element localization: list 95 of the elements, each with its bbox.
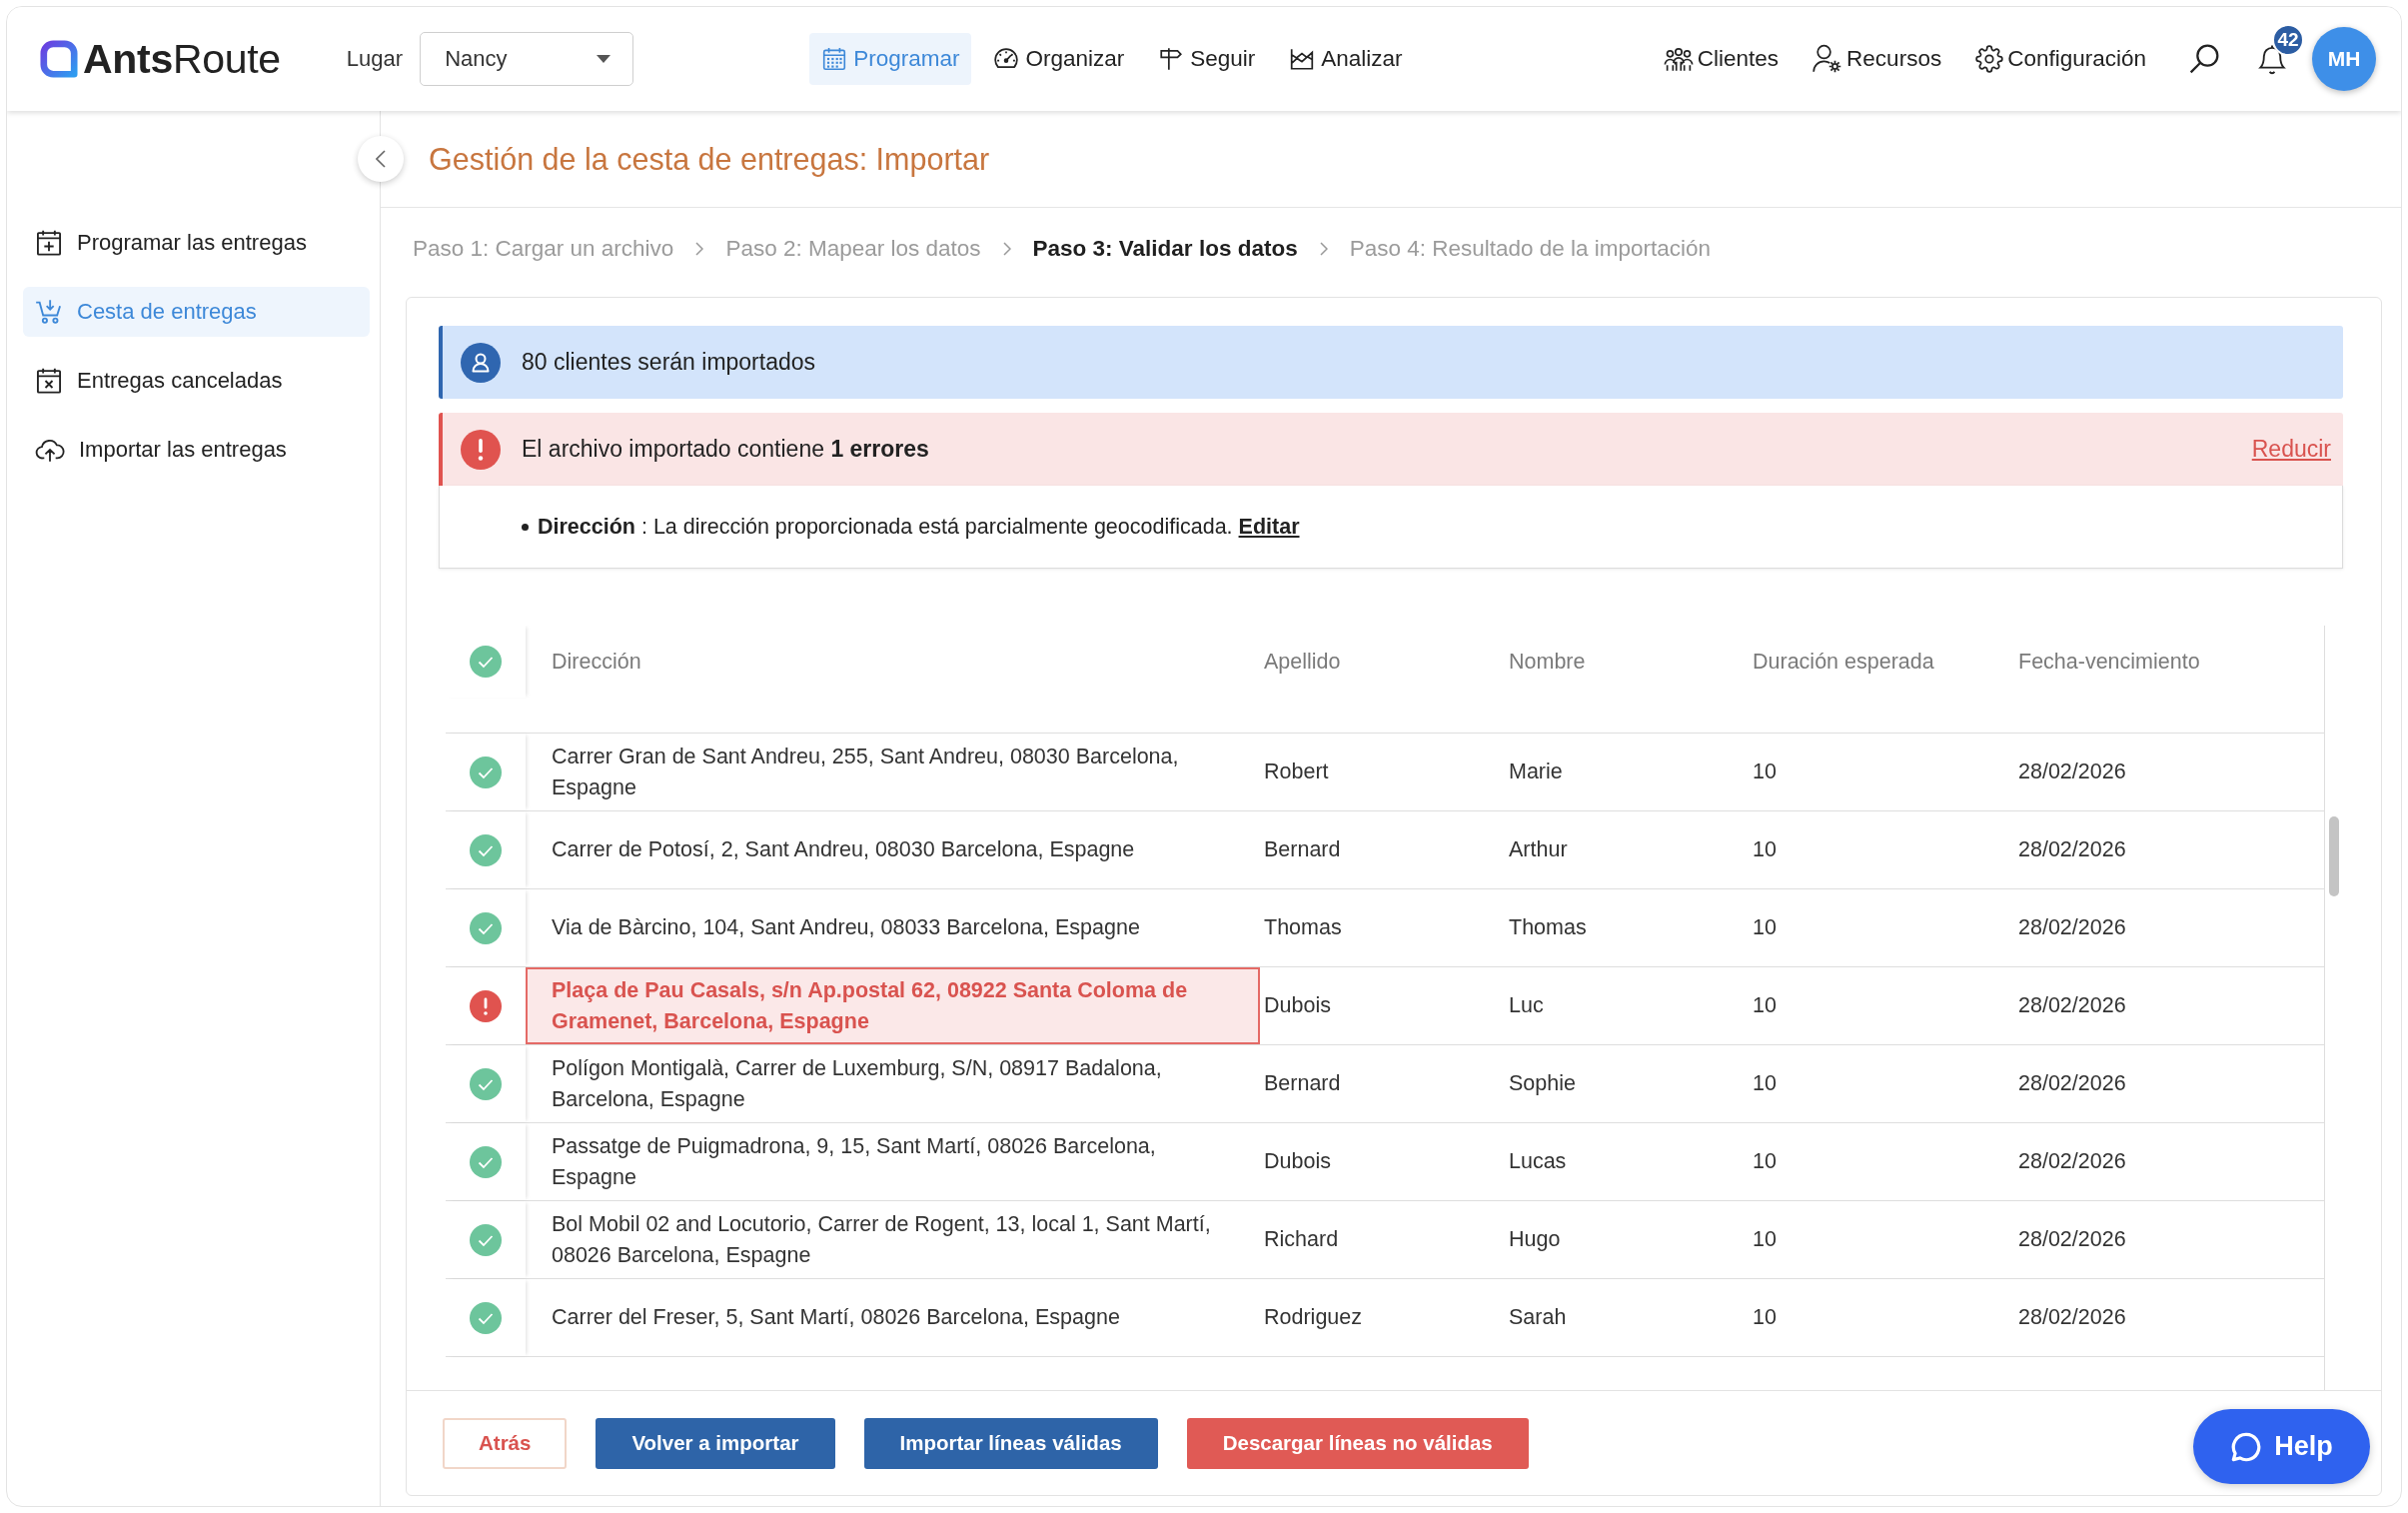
action-button[interactable]: Atrás: [443, 1417, 568, 1469]
chevron-right-icon: [1002, 242, 1011, 256]
chevron-left-icon: [376, 150, 386, 168]
table-cell-text: Bol Mobil 02 and Locutorio, Carrer de Rogent, 13, local 1, Sant Martí, 08026 Barcelona, Espagne: [551, 1211, 1212, 1269]
alert-icon: [461, 429, 501, 470]
cloud-upload-icon: [35, 437, 65, 463]
logo-icon: [40, 40, 78, 78]
table-cell-text: Sophie: [1508, 1070, 1577, 1098]
column-header: Dirección: [551, 648, 642, 676]
table-cell-text: Thomas: [1508, 914, 1588, 942]
column-header: Duración esperada: [1752, 648, 1935, 676]
table-cell-text: 28/02/2026: [2017, 758, 2127, 786]
table-cell-text: Rodriguez: [1263, 1304, 1363, 1332]
table-cell-text: Dubois: [1263, 992, 1332, 1020]
location-label: Lugar: [346, 46, 404, 72]
column-header: Fecha-vencimiento: [2017, 648, 2201, 676]
table-cell-text: 10: [1752, 914, 1778, 942]
calendar-icon: [821, 46, 848, 72]
table-cell-text: Carrer de Potosí, 2, Sant Andreu, 08030 Barcelona, Espagne: [551, 836, 1136, 864]
table-cell-text: 28/02/2026: [2017, 1226, 2127, 1254]
header-link[interactable]: Recursos: [1812, 44, 1942, 74]
nav-tab[interactable]: Seguir: [1146, 33, 1268, 85]
nav-tab[interactable]: Organizar: [981, 33, 1137, 85]
table-cell-text: 10: [1752, 1226, 1778, 1254]
action-button[interactable]: Volver a importar: [596, 1417, 835, 1469]
table-cell-text: Thomas: [1263, 914, 1343, 942]
table-cell: Plaça de Pau Casals, s/n Ap.postal 62, 08922 Santa Coloma de Gramenet, Barcelona, Espagne: [526, 967, 1260, 1044]
table-cell-text: Carrer del Freser, 5, Sant Martí, 08026 Barcelona, Espagne: [551, 1304, 1121, 1332]
chevron-right-icon: [1319, 242, 1328, 256]
user-gear-icon: [1812, 44, 1843, 74]
action-button[interactable]: Importar líneas válidas: [863, 1417, 1158, 1469]
help-button[interactable]: Help: [2193, 1409, 2370, 1484]
calendar-plus-icon: [35, 229, 63, 257]
table-cell-text: Lucas: [1508, 1148, 1568, 1176]
logo-wordmark: AntsRoute: [83, 35, 281, 83]
table-cell-text: Polígon Montigalà, Carrer de Luxemburg, S/N, 08917 Badalona, Barcelona, Espagne: [551, 1055, 1163, 1113]
table-cell-text: 28/02/2026: [2017, 992, 2127, 1020]
chat-bubble-icon: [2230, 1430, 2263, 1463]
caret-icon: [597, 55, 611, 63]
table-cell-text: Arthur: [1508, 836, 1569, 864]
sidebar-item[interactable]: Entregas canceladas: [23, 356, 370, 406]
column-header: Nombre: [1508, 648, 1587, 676]
table-cell-text: Luc: [1508, 992, 1545, 1020]
page-title: Gestión de la cesta de entregas: Importar: [429, 141, 990, 177]
error-summary: El archivo importado contiene 1 errores: [522, 436, 929, 463]
calendar-x-icon: [35, 367, 63, 395]
table-cell-text: 28/02/2026: [2017, 1304, 2127, 1332]
table-cell-text: 10: [1752, 1304, 1778, 1332]
table-cell-text: 10: [1752, 1070, 1778, 1098]
column-header: Apellido: [1263, 648, 1342, 676]
table-cell-text: 28/02/2026: [2017, 914, 2127, 942]
breadcrumb-step: Paso 1: Cargar un archivo: [413, 236, 674, 262]
table-cell-text: 28/02/2026: [2017, 1070, 2127, 1098]
table-cell-text: Hugo: [1508, 1226, 1562, 1254]
header-link[interactable]: Configuración: [1975, 45, 2146, 73]
table-cell-text: 10: [1752, 1148, 1778, 1176]
breadcrumb-step: Paso 3: Validar los datos: [1032, 236, 1298, 262]
table-cell-text: Bernard: [1263, 1070, 1342, 1098]
user-icon: [461, 342, 501, 383]
location-select[interactable]: Nancy: [420, 32, 634, 86]
table-cell-text: 10: [1752, 992, 1778, 1020]
table-cell-text: 10: [1752, 836, 1778, 864]
sidebar-item[interactable]: Programar las entregas: [23, 218, 370, 268]
sidebar-item[interactable]: Importar las entregas: [23, 425, 370, 475]
table-cell-text: Dubois: [1263, 1148, 1332, 1176]
action-button[interactable]: Descargar líneas no válidas: [1186, 1417, 1529, 1469]
scrollbar-thumb[interactable]: [2329, 816, 2339, 896]
search-icon[interactable]: [2188, 43, 2220, 75]
table-cell-text: Carrer Gran de Sant Andreu, 255, Sant Andreu, 08030 Barcelona, Espagne: [551, 744, 1180, 801]
people-icon: [1663, 46, 1694, 72]
table-cell-text: Passatge de Puigmadrona, 9, 15, Sant Martí, 08026 Barcelona, Espagne: [551, 1133, 1157, 1191]
error-detail-text: Dirección : La dirección proporcionada está parcialmente geocodificada. Editar: [538, 514, 1300, 540]
check-circle-icon: [470, 646, 502, 678]
table-cell-text: Marie: [1508, 758, 1564, 786]
table-cell-text: 10: [1752, 758, 1778, 786]
settings-icon: [1975, 45, 2004, 73]
nav-tab[interactable]: Analizar: [1277, 33, 1415, 85]
table-cell-text: Via de Bàrcino, 104, Sant Andreu, 08033 Barcelona, Espagne: [551, 914, 1141, 942]
chevron-right-icon: [695, 242, 704, 256]
table-cell-text: 28/02/2026: [2017, 836, 2127, 864]
breadcrumb-step: Paso 2: Mapear los datos: [725, 236, 981, 262]
area-chart-icon: [1289, 46, 1316, 72]
notification-badge: 42: [2272, 23, 2304, 56]
table-cell-text: Richard: [1263, 1226, 1340, 1254]
edit-link[interactable]: Editar: [1238, 514, 1300, 539]
bullet-icon: [522, 523, 529, 531]
info-message: 80 clientes serán importados: [522, 349, 816, 376]
header-link[interactable]: Clientes: [1663, 46, 1780, 72]
breadcrumb-step: Paso 4: Resultado de la importación: [1349, 236, 1712, 262]
signpost-icon: [1158, 46, 1185, 72]
cart-download-icon: [35, 298, 63, 326]
table-cell-text: 28/02/2026: [2017, 1148, 2127, 1176]
table-cell-text: Sarah: [1508, 1304, 1568, 1332]
table-cell-text: Robert: [1263, 758, 1330, 786]
table-cell-text: Bernard: [1263, 836, 1342, 864]
